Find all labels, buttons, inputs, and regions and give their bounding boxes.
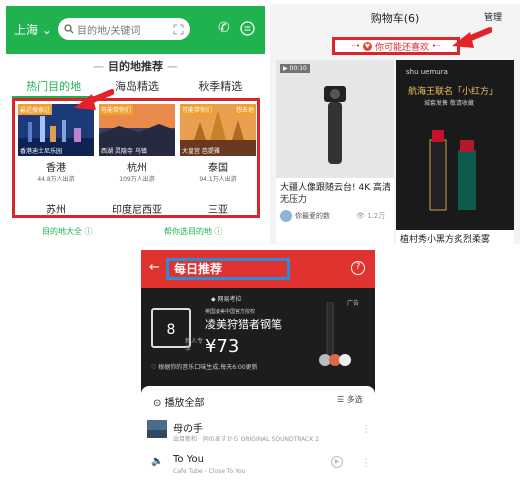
all-destinations-label: 目的地大全 bbox=[42, 227, 82, 236]
music-panel: ← 每日推荐 ? ◆ 网易考拉 广告 8 英国凌美中国官方授权 凌美狩猎者钢笔 … bbox=[141, 250, 375, 482]
product-card-lipstick[interactable]: shu uemura 航海王联名「小红方」 城套发售 敬请收藏 植村秀小黑方炙烈… bbox=[396, 60, 514, 244]
more-icon[interactable]: ⋮ bbox=[361, 424, 371, 435]
multi-select-button[interactable]: ☰ 多选 bbox=[337, 394, 363, 405]
speaker-icon: 🔈 bbox=[151, 456, 164, 467]
calendar-day: 8 bbox=[166, 322, 176, 338]
update-note: ♡ 根据你的音乐口味生成,每天6:00更新 bbox=[151, 364, 258, 371]
lipstick-image: shu uemura 航海王联名「小红方」 城套发售 敬请收藏 bbox=[396, 60, 514, 230]
city-selector[interactable]: 上海 ⌄ bbox=[14, 21, 52, 38]
play-icon[interactable]: ▶ bbox=[331, 456, 343, 468]
card-name: 泰国 bbox=[208, 163, 228, 174]
search-input[interactable]: 目的地/关键词 bbox=[58, 18, 190, 40]
song-row[interactable]: 🔈 To You Cafe Tube - Close To You ▶ ⋮ bbox=[141, 448, 375, 480]
recommend-banner: ··• ♥ 你可能还喜欢 •·· bbox=[332, 37, 460, 55]
recommend-label: 你可能还喜欢 bbox=[374, 42, 429, 53]
card-hongkong[interactable]: 最近搜索过 香港迪士尼乐园 香港 44.8万人出游 bbox=[18, 104, 94, 183]
promo-subtitle: 城套发售 敬请收藏 bbox=[424, 100, 474, 107]
duration-text: 00:10 bbox=[289, 65, 307, 72]
card-badge-secondary: 想去地 bbox=[233, 104, 256, 115]
play-all-label: 播放全部 bbox=[164, 398, 205, 409]
help-icon[interactable]: ? bbox=[351, 261, 365, 275]
back-arrow-icon[interactable]: ← bbox=[149, 260, 160, 275]
destination-sanya[interactable]: 三亚 bbox=[180, 201, 256, 216]
heart-icon: ♥ bbox=[362, 41, 372, 51]
video-duration: ▶ 00:10 bbox=[280, 64, 310, 73]
ad-title: 凌美狩猎者钢笔 bbox=[205, 318, 282, 331]
more-icon[interactable]: ⋮ bbox=[361, 458, 371, 469]
destination-indonesia[interactable]: 印度尼西亚 bbox=[99, 201, 175, 216]
song-title: 母の手 bbox=[173, 424, 203, 435]
song-subtitle: Cafe Tube - Close To You bbox=[173, 468, 246, 475]
gimbal-image: ▶ 00:10 bbox=[276, 60, 394, 178]
card-visitors: 94.1万人出游 bbox=[199, 176, 237, 183]
menu-icon[interactable] bbox=[240, 21, 255, 36]
view-count-text: 1.2万 bbox=[367, 212, 386, 220]
travel-panel: 上海 ⌄ 目的地/关键词 ✆ — 目的地推荐 — 热门目的地 海岛精选 秋季精选… bbox=[6, 6, 265, 250]
travel-footer: 目的地大全 ⓘ 帮你选目的地 ⓘ bbox=[6, 224, 265, 244]
card-visitors: 109万人出游 bbox=[119, 176, 155, 183]
annotation-arrow-icon bbox=[74, 89, 114, 110]
destination-suzhou[interactable]: 苏州 bbox=[18, 201, 94, 216]
ad-brand: ◆ 网易考拉 bbox=[211, 296, 242, 303]
help-choose-link[interactable]: 帮你选目的地 ⓘ bbox=[164, 226, 223, 237]
card-hangzhou[interactable]: 可能带你们 西湖 灵隐寺 乌镇 杭州 109万人出游 bbox=[99, 104, 175, 183]
promo-title: 航海王联名「小红方」 bbox=[408, 87, 499, 97]
tab-autumn-picks[interactable]: 秋季精选 bbox=[179, 78, 262, 98]
song-subtitle: 出目新和 · 同のあすから ORIGINAL SOUNDTRACK 2 bbox=[173, 436, 320, 443]
destination-tabs: 热门目的地 海岛精选 秋季精选 bbox=[12, 78, 262, 98]
ad-brand-text: 网易考拉 bbox=[217, 296, 242, 303]
song-row[interactable]: 母の手 出目新和 · 同のあすから ORIGINAL SOUNDTRACK 2 … bbox=[141, 414, 375, 446]
all-destinations-link[interactable]: 目的地大全 ⓘ bbox=[42, 226, 93, 237]
page-title: 每日推荐 bbox=[166, 258, 290, 280]
product-title: 植村秀小黑方炙烈柔雾 bbox=[400, 235, 491, 244]
card-thailand[interactable]: 可能带你们 想去地 大皇宫 芭提雅 泰国 94.1万人出游 bbox=[180, 104, 256, 183]
ad-price: ¥73 bbox=[205, 336, 240, 357]
card-caption: 西湖 灵隐寺 乌镇 bbox=[101, 148, 147, 155]
section-title: — 目的地推荐 — bbox=[93, 60, 178, 73]
avatar bbox=[280, 210, 292, 222]
destination-grid: 最近搜索过 香港迪士尼乐园 香港 44.8万人出游 可能带你们 西湖 灵隐寺 乌… bbox=[12, 98, 260, 218]
thailand-image: 可能带你们 想去地 大皇宫 芭提雅 bbox=[180, 104, 256, 156]
cart-title: 购物车(6) bbox=[370, 12, 420, 25]
card-name: 杭州 bbox=[127, 163, 147, 174]
card-badge: 最近搜索过 bbox=[18, 104, 53, 115]
cart-panel: 购物车(6) 管理 ··• ♥ 你可能还喜欢 •·· ▶ 00:10 大疆人像跟… bbox=[270, 4, 520, 244]
song-title: To You bbox=[173, 454, 204, 465]
multi-select-label: 多选 bbox=[346, 395, 363, 404]
update-note-text: 根据你的音乐口味生成,每天6:00更新 bbox=[158, 364, 258, 371]
brand-logo: shu uemura bbox=[406, 68, 448, 76]
card-caption: 大皇宫 芭提雅 bbox=[182, 148, 220, 155]
city-label: 上海 bbox=[14, 23, 39, 37]
price-label: 新人专享 bbox=[185, 338, 204, 352]
manage-button[interactable]: 管理 bbox=[484, 10, 502, 23]
card-badge: 可能带你们 bbox=[180, 104, 215, 115]
pen-image bbox=[326, 302, 334, 359]
scan-icon[interactable] bbox=[173, 24, 184, 35]
album-cover bbox=[147, 420, 167, 438]
help-choose-label: 帮你选目的地 bbox=[164, 227, 212, 236]
ad-small-text: 英国凌美中国官方授权 bbox=[205, 309, 256, 315]
card-visitors: 44.8万人出游 bbox=[37, 176, 75, 183]
search-icon bbox=[64, 24, 74, 34]
card-caption: 香港迪士尼乐园 bbox=[20, 148, 63, 155]
author-name: 你最爱的数 bbox=[295, 212, 330, 220]
search-placeholder: 目的地/关键词 bbox=[77, 25, 141, 37]
phone-icon[interactable]: ✆ bbox=[218, 20, 230, 36]
play-all-button[interactable]: ⊙ 播放全部 bbox=[153, 394, 205, 409]
avatar bbox=[339, 354, 351, 366]
annotation-arrow-icon bbox=[452, 27, 492, 48]
product-card-gimbal[interactable]: ▶ 00:10 大疆人像跟随云台! 4K 高清无压力 你最爱的数 👁 1.2万 bbox=[276, 60, 394, 244]
card-name: 香港 bbox=[46, 163, 66, 174]
product-title: 大疆人像跟随云台! 4K 高清无压力 bbox=[280, 183, 391, 205]
section-title-text: 目的地推荐 bbox=[108, 60, 163, 73]
view-count: 👁 1.2万 bbox=[356, 212, 386, 220]
